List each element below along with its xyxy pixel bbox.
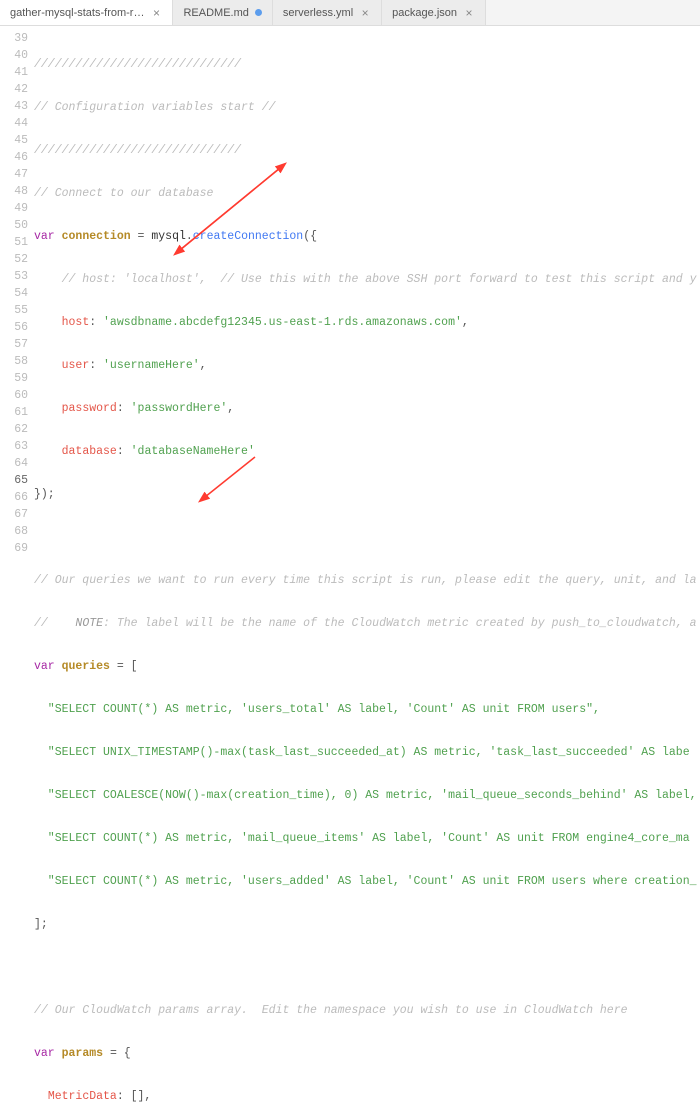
comment: // Our CloudWatch params array. Edit the…: [34, 1004, 628, 1017]
comment: //////////////////////////////: [34, 58, 241, 71]
blank-line: [34, 959, 697, 976]
close-icon[interactable]: ×: [359, 7, 371, 19]
string: "SELECT COUNT(*) AS metric, 'mail_queue_…: [34, 832, 690, 845]
code-line: password: 'passwordHere',: [34, 400, 697, 417]
code-line: });: [34, 488, 55, 501]
tab-label: serverless.yml: [283, 7, 353, 19]
tab-readme[interactable]: README.md: [173, 0, 272, 25]
modified-dot-icon: [255, 9, 262, 16]
code-line: host: 'awsdbname.abcdefg12345.us-east-1.…: [34, 314, 697, 331]
code-line: var connection = mysql.createConnection(…: [34, 228, 697, 245]
code-line: user: 'usernameHere',: [34, 357, 697, 374]
string: "SELECT COALESCE(NOW()-max(creation_time…: [34, 789, 697, 802]
comment: // Connect to our database: [34, 187, 213, 200]
tab-package[interactable]: package.json ×: [382, 0, 486, 25]
comment: //////////////////////////////: [34, 144, 241, 157]
comment: // Our queries we want to run every time…: [34, 574, 697, 587]
code-line: MetricData: [],: [34, 1088, 697, 1105]
string: "SELECT COUNT(*) AS metric, 'users_added…: [34, 875, 697, 888]
tab-serverless[interactable]: serverless.yml ×: [273, 0, 382, 25]
blank-line: [34, 529, 697, 546]
string: "SELECT UNIX_TIMESTAMP()-max(task_last_s…: [34, 746, 690, 759]
comment: // host: 'localhost', // Use this with t…: [34, 273, 697, 286]
tabs-bar: gather-mysql-stats-from-r… × README.md s…: [0, 0, 700, 26]
tab-label: gather-mysql-stats-from-r…: [10, 7, 144, 19]
editor-area[interactable]: 3940414243444546474849505152535455565758…: [0, 26, 700, 1108]
close-icon[interactable]: ×: [150, 7, 162, 19]
line-gutter: 3940414243444546474849505152535455565758…: [0, 26, 34, 1108]
comment: // NOTE: The label will be the name of t…: [34, 615, 697, 632]
comment: // Configuration variables start //: [34, 101, 276, 114]
code-line: var queries = [: [34, 658, 697, 675]
close-icon[interactable]: ×: [463, 7, 475, 19]
code-line: ];: [34, 918, 48, 931]
tab-label: package.json: [392, 7, 457, 19]
code-content[interactable]: ////////////////////////////// // Config…: [34, 26, 697, 1108]
tab-label: README.md: [183, 7, 248, 19]
string: "SELECT COUNT(*) AS metric, 'users_total…: [34, 703, 600, 716]
code-line: var params = {: [34, 1045, 697, 1062]
code-line: database: 'databaseNameHere': [34, 443, 697, 460]
tab-gather-mysql[interactable]: gather-mysql-stats-from-r… ×: [0, 0, 173, 25]
